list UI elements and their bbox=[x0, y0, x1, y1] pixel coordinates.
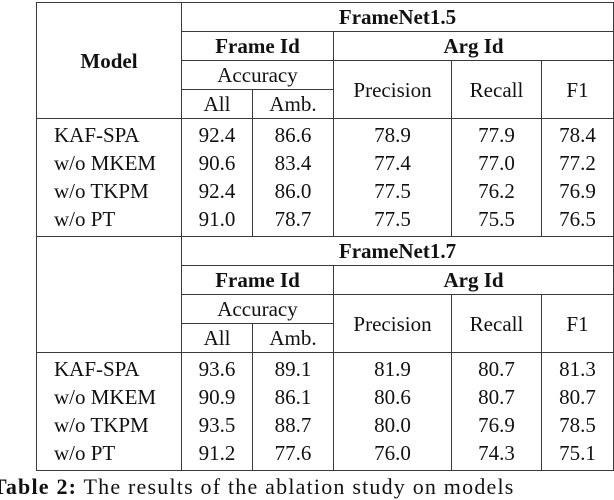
all-cell: 90.9 bbox=[181, 383, 253, 411]
recall-cell: 75.5 bbox=[451, 205, 542, 237]
amb-cell: 77.6 bbox=[252, 439, 334, 471]
amb-cell: 88.7 bbox=[252, 411, 334, 439]
f1-cell: 80.7 bbox=[541, 383, 614, 411]
model-name-cell: w/o TKPM bbox=[36, 177, 182, 205]
caption-text: The results of the ablation study on mod… bbox=[83, 474, 515, 499]
model-name-cell: w/o MKEM bbox=[36, 383, 182, 411]
dataset-header-framenet17: FrameNet1.7 bbox=[181, 236, 614, 266]
precision-cell: 80.6 bbox=[333, 383, 452, 411]
recall-cell: 74.3 bbox=[451, 439, 542, 471]
all-cell: 91.0 bbox=[181, 205, 253, 237]
table-row: KAF-SPA 93.6 89.1 81.9 80.7 81.3 bbox=[36, 352, 614, 383]
precision-header: Precision bbox=[333, 60, 452, 119]
table-row: KAF-SPA 92.4 86.6 78.9 77.9 78.4 bbox=[36, 118, 614, 149]
model-name-cell: KAF-SPA bbox=[36, 352, 182, 383]
table-row: w/o PT 91.2 77.6 76.0 74.3 75.1 bbox=[36, 439, 614, 471]
table-row: w/o TKPM 92.4 86.0 77.5 76.2 76.9 bbox=[36, 177, 614, 205]
precision-cell: 78.9 bbox=[333, 118, 452, 149]
all-cell: 92.4 bbox=[181, 118, 253, 149]
ablation-results-table: Model FrameNet1.5 Frame Id Arg Id Accura… bbox=[36, 2, 614, 471]
recall-header: Recall bbox=[451, 294, 542, 353]
amb-cell: 86.6 bbox=[252, 118, 334, 149]
frame-id-header: Frame Id bbox=[181, 31, 334, 61]
all-cell: 93.5 bbox=[181, 411, 253, 439]
model-name-cell: KAF-SPA bbox=[36, 118, 182, 149]
amb-cell: 89.1 bbox=[252, 352, 334, 383]
recall-cell: 77.9 bbox=[451, 118, 542, 149]
table-row: w/o TKPM 93.5 88.7 80.0 76.9 78.5 bbox=[36, 411, 614, 439]
all-cell: 91.2 bbox=[181, 439, 253, 471]
recall-cell: 77.0 bbox=[451, 149, 542, 177]
table-row: w/o PT 91.0 78.7 77.5 75.5 76.5 bbox=[36, 205, 614, 237]
model-column-header: Model bbox=[36, 2, 182, 119]
arg-id-header: Arg Id bbox=[333, 265, 614, 295]
f1-header: F1 bbox=[541, 294, 614, 353]
amb-header: Amb. bbox=[252, 323, 334, 353]
amb-header: Amb. bbox=[252, 89, 334, 119]
model-name-cell: w/o PT bbox=[36, 439, 182, 471]
precision-cell: 77.5 bbox=[333, 205, 452, 237]
precision-cell: 76.0 bbox=[333, 439, 452, 471]
recall-header: Recall bbox=[451, 60, 542, 119]
f1-cell: 75.1 bbox=[541, 439, 614, 471]
amb-cell: 83.4 bbox=[252, 149, 334, 177]
all-header: All bbox=[181, 323, 253, 353]
precision-header: Precision bbox=[333, 294, 452, 353]
block1-header-row-dataset: Model FrameNet1.5 bbox=[36, 2, 614, 119]
all-cell: 90.6 bbox=[181, 149, 253, 177]
recall-cell: 76.9 bbox=[451, 411, 542, 439]
f1-cell: 78.4 bbox=[541, 118, 614, 149]
amb-cell: 86.1 bbox=[252, 383, 334, 411]
table-caption: Table 2: The results of the ablation stu… bbox=[0, 474, 515, 500]
table-row: w/o MKEM 90.9 86.1 80.6 80.7 80.7 bbox=[36, 383, 614, 411]
model-name-cell: w/o TKPM bbox=[36, 411, 182, 439]
all-header: All bbox=[181, 89, 253, 119]
f1-cell: 76.5 bbox=[541, 205, 614, 237]
precision-cell: 77.5 bbox=[333, 177, 452, 205]
amb-cell: 86.0 bbox=[252, 177, 334, 205]
recall-cell: 76.2 bbox=[451, 177, 542, 205]
all-cell: 92.4 bbox=[181, 177, 253, 205]
block2-header-row-dataset: FrameNet1.7 bbox=[36, 236, 614, 353]
f1-cell: 76.9 bbox=[541, 177, 614, 205]
frame-id-header: Frame Id bbox=[181, 265, 334, 295]
arg-id-header: Arg Id bbox=[333, 31, 614, 61]
accuracy-header: Accuracy bbox=[181, 60, 334, 90]
table-row: w/o MKEM 90.6 83.4 77.4 77.0 77.2 bbox=[36, 149, 614, 177]
precision-cell: 81.9 bbox=[333, 352, 452, 383]
f1-header: F1 bbox=[541, 60, 614, 119]
f1-cell: 77.2 bbox=[541, 149, 614, 177]
recall-cell: 80.7 bbox=[451, 352, 542, 383]
model-name-cell: w/o MKEM bbox=[36, 149, 182, 177]
dataset-header-framenet15: FrameNet1.5 bbox=[181, 2, 614, 32]
accuracy-header: Accuracy bbox=[181, 294, 334, 324]
precision-cell: 80.0 bbox=[333, 411, 452, 439]
amb-cell: 78.7 bbox=[252, 205, 334, 237]
f1-cell: 78.5 bbox=[541, 411, 614, 439]
model-name-cell: w/o PT bbox=[36, 205, 182, 237]
caption-label: Table 2: bbox=[0, 474, 78, 499]
precision-cell: 77.4 bbox=[333, 149, 452, 177]
f1-cell: 81.3 bbox=[541, 352, 614, 383]
model-column-header-empty bbox=[36, 236, 182, 353]
all-cell: 93.6 bbox=[181, 352, 253, 383]
recall-cell: 80.7 bbox=[451, 383, 542, 411]
